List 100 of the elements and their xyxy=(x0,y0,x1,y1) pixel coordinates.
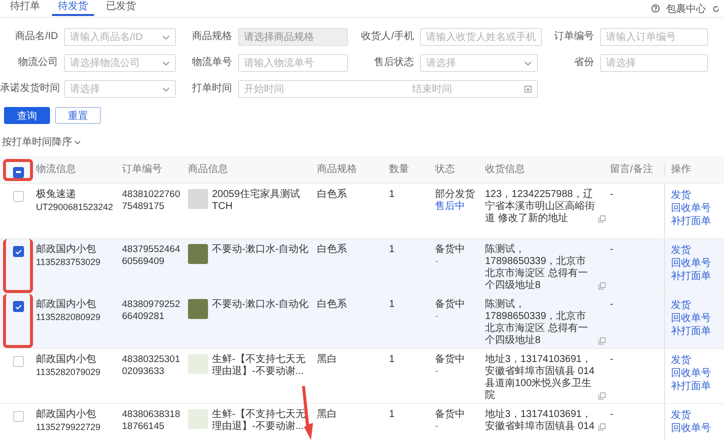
order-number: 4838102276075489175 xyxy=(122,189,182,213)
order-number: 4837955246460569409 xyxy=(122,244,182,268)
copy-icon[interactable] xyxy=(598,392,606,400)
chevron-down-icon xyxy=(162,86,170,92)
copy-icon[interactable] xyxy=(598,282,606,290)
copy-icon[interactable] xyxy=(598,423,606,431)
tab[interactable]: 待打单 xyxy=(4,1,46,16)
column-header: 留言/备注 xyxy=(610,164,653,176)
action-link[interactable]: 回收单号 xyxy=(671,202,711,215)
filter-label: 收货人/手机 xyxy=(360,31,414,43)
spec-cell: 黑白 xyxy=(317,409,337,420)
parcel-center-link[interactable]: 包裹中心 xyxy=(666,2,706,16)
column-header: 商品信息 xyxy=(188,164,228,176)
carrier-name: 邮政国内小包 xyxy=(36,299,96,311)
order-number: 4838097925266409281 xyxy=(122,299,182,323)
address-text: 地址3，13174103691，安徽省蚌埠市固镇县 014 xyxy=(485,409,596,433)
column-header: 操作 xyxy=(671,164,691,176)
tracking-number: UT2900681523242 xyxy=(36,201,114,213)
photo-placeholder xyxy=(188,299,208,319)
address-text: 陈测试，17898650339，北京市北京市海淀区 总得有一个四级地址8 xyxy=(485,299,589,347)
remark-cell: - xyxy=(610,409,614,420)
action-link[interactable]: 回收单号 xyxy=(671,367,711,380)
after-sale-status: - xyxy=(435,366,438,378)
column-header: 订单编号 xyxy=(122,164,162,176)
after-sale-status: - xyxy=(435,311,438,323)
filter-label: 省份 xyxy=(573,57,594,69)
filter-label: 打单时间 xyxy=(191,83,232,95)
start-time-placeholder: 开始时间 xyxy=(244,82,284,96)
chevron-down-icon xyxy=(74,140,81,144)
photo-placeholder xyxy=(188,409,208,429)
product-name: 不要动-漱口水-自动化 xyxy=(212,244,309,256)
carrier-name: 极兔速递 xyxy=(36,189,76,201)
refresh-icon xyxy=(712,4,720,12)
spec-cell: 白色系 xyxy=(317,299,347,310)
action-link[interactable]: 补打面单 xyxy=(671,270,711,283)
action-link[interactable]: 补打面单 xyxy=(671,325,711,338)
action-link[interactable]: 补打面单 xyxy=(671,380,711,393)
tab[interactable]: 已发货 xyxy=(100,1,142,16)
column-header: 物流信息 xyxy=(36,164,76,176)
filter-label: 物流公司 xyxy=(17,57,58,69)
calendar-icon xyxy=(524,85,532,93)
carrier-name: 邮政国内小包 xyxy=(36,244,96,256)
sort-dropdown[interactable]: 按打单时间降序 xyxy=(2,135,72,149)
action-link[interactable]: 发货 xyxy=(671,409,691,422)
filter-label: 物流单号 xyxy=(191,57,232,69)
photo-placeholder xyxy=(188,189,208,209)
tracking-number: 1135282079029 xyxy=(36,366,100,378)
copy-icon[interactable] xyxy=(598,337,606,345)
quantity-cell: 1 xyxy=(389,354,395,365)
order-number: 4838063831818766145 xyxy=(122,409,182,433)
action-link[interactable]: 发货 xyxy=(671,299,691,312)
copy-icon[interactable] xyxy=(598,215,606,223)
tab[interactable]: 待发货 xyxy=(52,1,94,16)
reset-button[interactable]: 重置 xyxy=(55,107,101,124)
quantity-cell: 1 xyxy=(389,299,395,310)
action-link[interactable]: 回收单号 xyxy=(671,312,711,325)
filter-label: 售后状态 xyxy=(373,57,414,69)
address-text: 陈测试，17898650339，北京市北京市海淀区 总得有一个四级地址8 xyxy=(485,244,589,292)
chevron-down-icon xyxy=(524,60,532,66)
select-all-checkbox[interactable] xyxy=(12,166,24,178)
check-icon xyxy=(14,304,22,310)
photo-placeholder xyxy=(188,354,208,374)
product-name: 生鲜-【不支持七天无理由退】-不要动谢... xyxy=(212,354,306,378)
action-link[interactable]: 回收单号 xyxy=(671,422,711,435)
product-name: 不要动-漱口水-自动化 xyxy=(212,299,309,311)
status-text: 备货中 xyxy=(435,409,465,421)
action-link[interactable]: 补打面单 xyxy=(671,215,711,228)
column-header: 收货信息 xyxy=(485,164,525,176)
action-link[interactable]: 发货 xyxy=(671,244,691,257)
after-sale-status: 售后中 xyxy=(435,201,465,213)
spec-cell: 黑白 xyxy=(317,354,337,365)
remark-cell: - xyxy=(610,189,614,200)
column-header: 商品规格 xyxy=(317,164,357,176)
row-checkbox[interactable] xyxy=(12,246,24,257)
after-sale-status: - xyxy=(435,256,438,268)
carrier-name: 邮政国内小包 xyxy=(36,409,96,421)
remark-cell: - xyxy=(610,354,614,365)
quantity-cell: 1 xyxy=(389,244,395,255)
quantity-cell: 1 xyxy=(389,409,395,420)
order-number: 4838032530102093633 xyxy=(122,354,182,378)
address-text: 123，12342257988，辽宁省本溪市明山区高峪街道 修改了新的地址 xyxy=(485,189,596,225)
filter-label: 承诺发货时间 xyxy=(0,83,58,95)
action-link[interactable]: 回收单号 xyxy=(671,257,711,270)
product-name: 20059住宅家具测试TCH xyxy=(212,189,301,213)
action-link[interactable]: 发货 xyxy=(671,189,691,202)
carrier-name: 邮政国内小包 xyxy=(36,354,96,366)
tracking-number: 1135282080929 xyxy=(36,311,100,323)
search-button[interactable]: 查询 xyxy=(4,107,50,124)
action-link[interactable]: 发货 xyxy=(671,354,691,367)
chevron-down-icon xyxy=(162,34,170,40)
address-text: 地址3，13174103691，安徽省蚌埠市固镇县 014 县道南100米悦兴多卫生院 xyxy=(485,354,596,402)
row-checkbox[interactable] xyxy=(12,301,24,312)
end-time-placeholder: 结束时间 xyxy=(412,82,453,96)
filter-label: 订单编号 xyxy=(553,31,594,43)
quantity-cell: 1 xyxy=(389,189,395,200)
spec-cell: 白色系 xyxy=(317,244,347,255)
chevron-down-icon xyxy=(162,60,170,66)
spec-cell: 白色系 xyxy=(317,189,347,200)
tracking-number: 1135279922729 xyxy=(36,421,100,433)
filter-label: 商品名/ID xyxy=(14,31,58,43)
